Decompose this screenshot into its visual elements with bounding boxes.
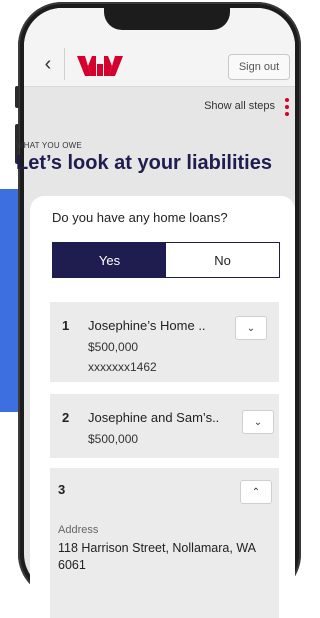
expand-loan-button[interactable]: ⌄ xyxy=(235,316,267,340)
yes-no-toggle: Yes No xyxy=(52,242,280,278)
home-loans-card: Do you have any home loans? Yes No 1 Jos… xyxy=(30,196,295,618)
page-title: Let’s look at your liabilities xyxy=(16,152,272,174)
phone-notch xyxy=(104,8,230,30)
divider xyxy=(64,48,65,80)
phone-side-button xyxy=(15,86,19,108)
loan-name: Josephine and Sam’s.. xyxy=(88,410,220,425)
loan-number: 1 xyxy=(62,318,70,333)
chevron-up-icon: ⌃ xyxy=(251,486,261,498)
loan-name: Josephine’s Home .. xyxy=(88,318,206,333)
no-option-button[interactable]: No xyxy=(166,243,279,277)
loan-amount: $500,000 xyxy=(88,340,139,354)
loan-amount: $500,000 xyxy=(88,432,139,446)
yes-option-button[interactable]: Yes xyxy=(53,243,166,277)
show-all-steps-button[interactable]: Show all steps xyxy=(24,94,295,122)
loan-item-2[interactable]: 2 Josephine and Sam’s.. $500,000 ⌄ xyxy=(50,394,279,458)
loan-number: 3 xyxy=(58,482,66,497)
chevron-left-icon: ‹ xyxy=(44,52,52,75)
chevron-down-icon: ⌄ xyxy=(253,416,263,428)
loan-item-1[interactable]: 1 Josephine’s Home .. $500,000 xxxxxxx14… xyxy=(50,302,279,382)
address-value: 118 Harrison Street, Nollamara, WA 6061 xyxy=(58,541,256,572)
chevron-down-icon: ⌄ xyxy=(246,322,256,334)
expand-loan-button[interactable]: ⌄ xyxy=(242,410,274,434)
westpac-logo-icon xyxy=(77,56,123,76)
question-text: Do you have any home loans? xyxy=(52,210,228,225)
address-label: Address xyxy=(58,524,99,536)
loan-account-number: xxxxxxx1462 xyxy=(88,360,157,374)
more-vertical-icon xyxy=(285,98,289,116)
section-eyebrow: WHAT YOU OWE xyxy=(16,141,82,150)
loan-number: 2 xyxy=(62,410,70,425)
loan-item-3[interactable]: 3 ⌃ Address 118 Harrison Street, Nollama… xyxy=(50,468,279,618)
sign-out-button[interactable]: Sign out xyxy=(228,54,290,80)
show-all-steps-label: Show all steps xyxy=(204,100,275,112)
back-button[interactable]: ‹ xyxy=(34,50,62,78)
collapse-loan-button[interactable]: ⌃ xyxy=(240,480,272,504)
